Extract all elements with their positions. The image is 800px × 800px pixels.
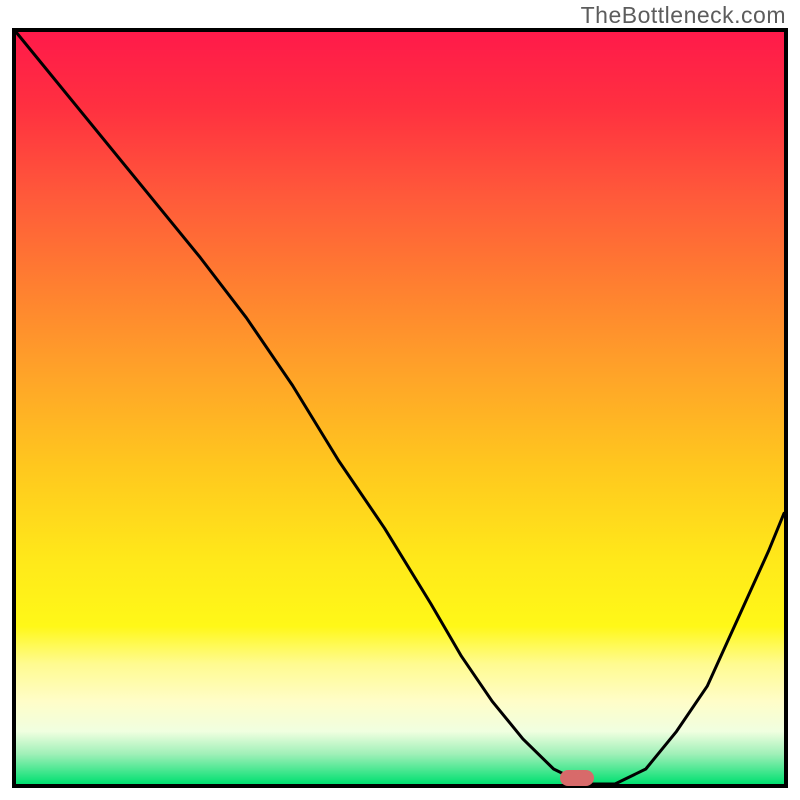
- optimal-point-marker: [560, 770, 594, 786]
- chart-frame: [12, 28, 788, 788]
- bottleneck-curve-path: [16, 32, 784, 784]
- watermark-text: TheBottleneck.com: [581, 2, 786, 29]
- bottleneck-curve-svg: [16, 32, 784, 784]
